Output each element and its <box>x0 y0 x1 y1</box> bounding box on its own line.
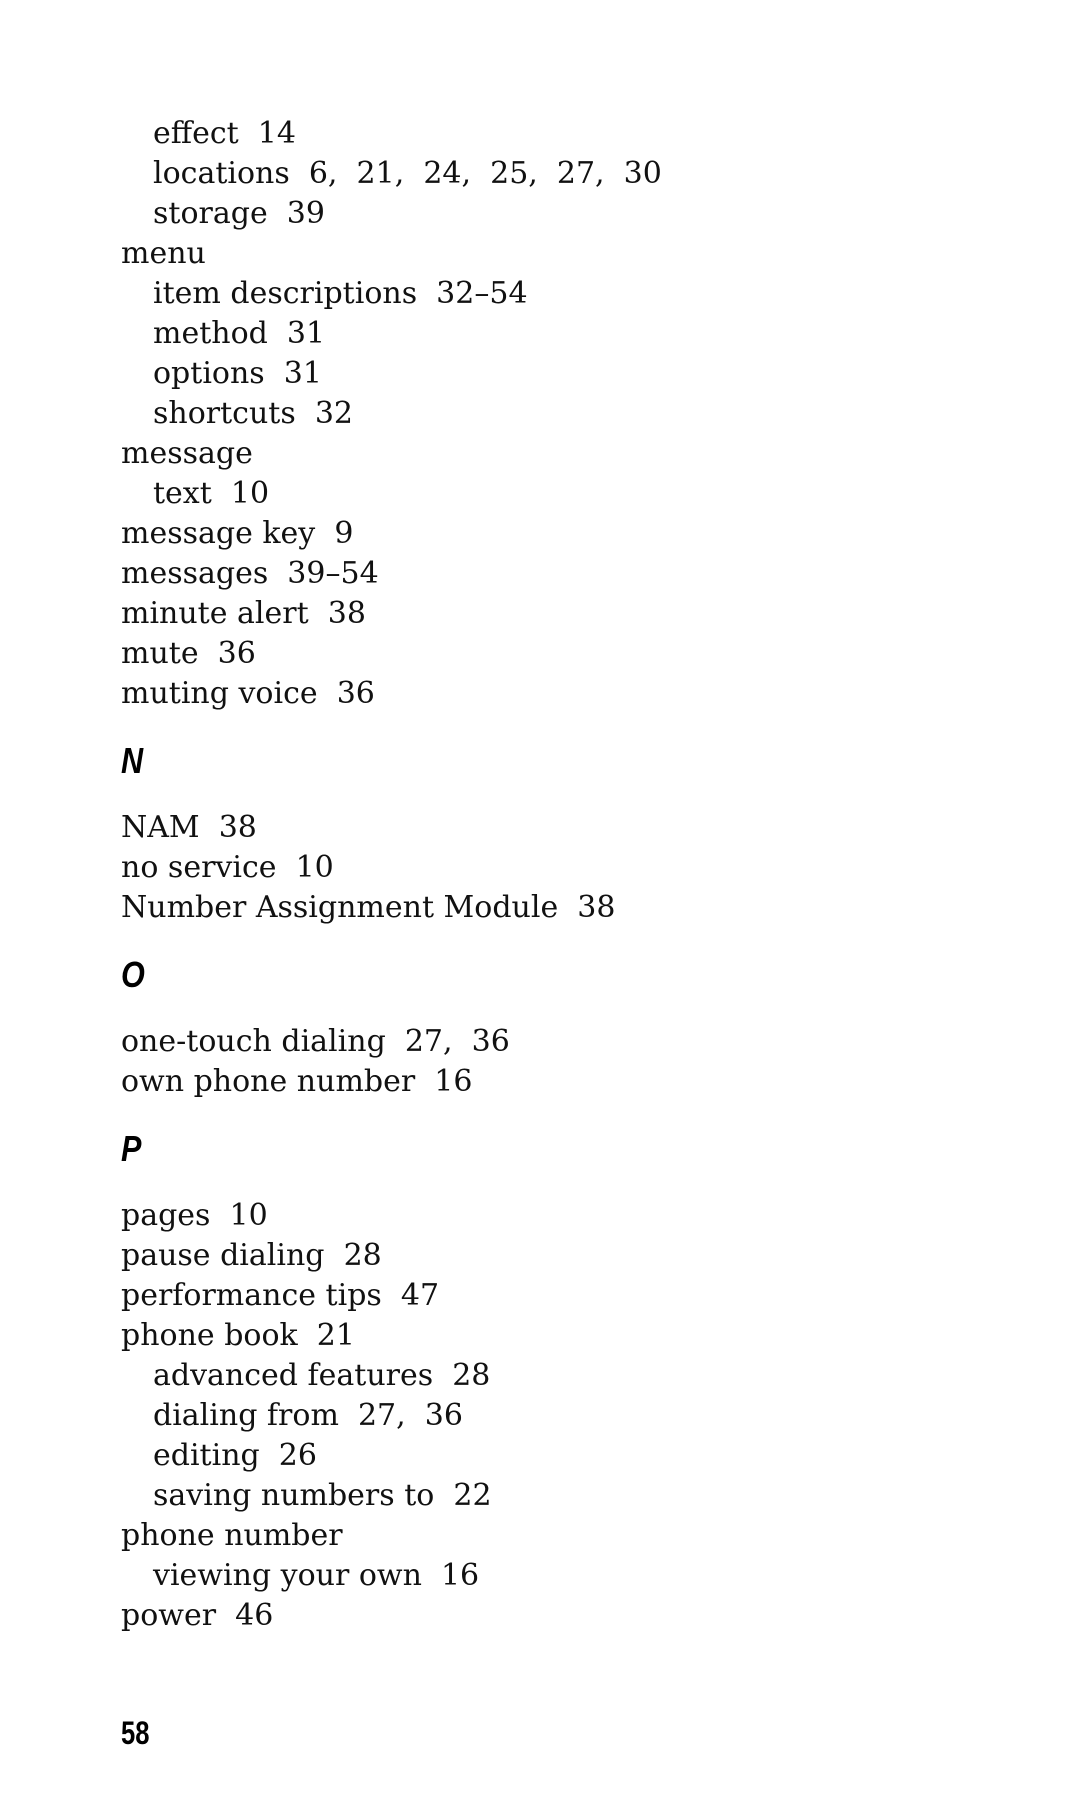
index-entry: minute alert 38 <box>121 596 366 631</box>
index-entry: pause dialing 28 <box>121 1238 382 1273</box>
index-entry: muting voice 36 <box>121 676 375 711</box>
index-subentry: editing 26 <box>153 1438 317 1473</box>
index-entry: no service 10 <box>121 850 334 885</box>
index-list: effect 14 locations 6, 21, 24, 25, 27, 30… <box>121 114 1021 1636</box>
index-entry: messages 39–54 <box>121 556 379 591</box>
section-letter-o: O <box>121 954 145 995</box>
index-subentry: shortcuts 32 <box>153 396 353 431</box>
index-subentry: storage 39 <box>153 196 325 231</box>
page-number: 58 <box>121 1715 150 1751</box>
index-entry: menu <box>121 236 206 271</box>
index-subentry: method 31 <box>153 316 326 351</box>
index-entry: phone number <box>121 1518 343 1553</box>
index-entry: NAM 38 <box>121 810 257 845</box>
index-subentry: item descriptions 32–54 <box>153 276 528 311</box>
index-entry: Number Assignment Module 38 <box>121 890 616 925</box>
section-letter-n: N <box>121 740 144 781</box>
index-entry: message <box>121 436 253 471</box>
index-entry: mute 36 <box>121 636 256 671</box>
index-page: effect 14 locations 6, 21, 24, 25, 27, 30… <box>0 0 1080 1800</box>
index-entry: pages 10 <box>121 1198 268 1233</box>
index-entry: one-touch dialing 27, 36 <box>121 1024 510 1059</box>
index-entry: performance tips 47 <box>121 1278 440 1313</box>
index-subentry: advanced features 28 <box>153 1358 491 1393</box>
index-entry: power 46 <box>121 1598 274 1633</box>
index-subentry: effect 14 <box>153 116 296 151</box>
index-subentry: viewing your own 16 <box>153 1558 480 1593</box>
index-entry: message key 9 <box>121 516 354 551</box>
index-subentry: options 31 <box>153 356 322 391</box>
index-subentry: dialing from 27, 36 <box>153 1398 463 1433</box>
index-entry: own phone number 16 <box>121 1064 473 1099</box>
index-subentry: locations 6, 21, 24, 25, 27, 30 <box>153 156 662 191</box>
index-subentry: text 10 <box>153 476 270 511</box>
index-entry: phone book 21 <box>121 1318 355 1353</box>
index-subentry: saving numbers to 22 <box>153 1478 492 1513</box>
section-letter-p: P <box>121 1128 142 1169</box>
